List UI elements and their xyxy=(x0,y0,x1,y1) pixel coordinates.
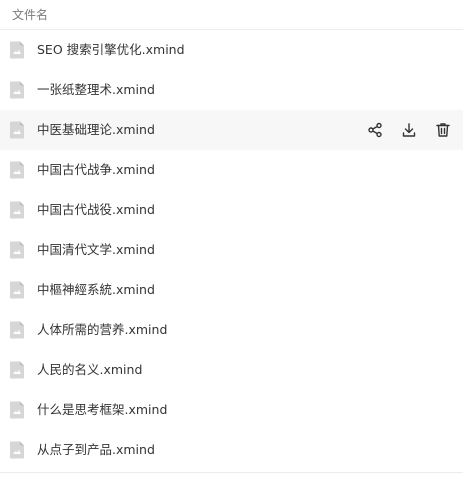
file-row-hovered[interactable]: 中医基础理论.xmind xyxy=(0,110,463,150)
file-row[interactable]: 一张纸整理术.xmind xyxy=(0,70,463,110)
list-bottom-divider xyxy=(0,472,463,473)
file-name[interactable]: 从点子到产品.xmind xyxy=(37,442,155,458)
file-name[interactable]: SEO 搜索引擎优化.xmind xyxy=(37,42,185,58)
xmind-file-icon xyxy=(9,201,25,219)
file-name[interactable]: 人民的名义.xmind xyxy=(37,362,142,378)
file-name[interactable]: 一张纸整理术.xmind xyxy=(37,82,155,98)
file-row[interactable]: 什么是思考框架.xmind xyxy=(0,390,463,430)
file-name[interactable]: 中国古代战争.xmind xyxy=(37,162,155,178)
file-list: SEO 搜索引擎优化.xmind 一张纸整理术.xmind 中医基础理论.xmi… xyxy=(0,30,463,470)
xmind-file-icon xyxy=(9,321,25,339)
file-row[interactable]: 中国清代文学.xmind xyxy=(0,230,463,270)
xmind-file-icon xyxy=(9,241,25,259)
xmind-file-icon xyxy=(9,401,25,419)
file-name[interactable]: 中医基础理论.xmind xyxy=(37,122,155,138)
file-row[interactable]: 中樞神經系統.xmind xyxy=(0,270,463,310)
file-name[interactable]: 中国清代文学.xmind xyxy=(37,242,155,258)
file-row[interactable]: 人民的名义.xmind xyxy=(0,350,463,390)
share-icon[interactable] xyxy=(365,120,385,140)
file-row[interactable]: 从点子到产品.xmind xyxy=(0,430,463,470)
file-name[interactable]: 中樞神經系統.xmind xyxy=(37,282,155,298)
download-icon[interactable] xyxy=(399,120,419,140)
trash-icon[interactable] xyxy=(433,120,453,140)
column-header-filename[interactable]: 文件名 xyxy=(12,7,48,23)
file-name[interactable]: 什么是思考框架.xmind xyxy=(37,402,167,418)
file-name[interactable]: 人体所需的营养.xmind xyxy=(37,322,167,338)
file-list-header: 文件名 xyxy=(0,0,463,30)
xmind-file-icon xyxy=(9,121,25,139)
row-actions xyxy=(365,120,453,140)
xmind-file-icon xyxy=(9,161,25,179)
xmind-file-icon xyxy=(9,281,25,299)
xmind-file-icon xyxy=(9,361,25,379)
file-name[interactable]: 中国古代战役.xmind xyxy=(37,202,155,218)
xmind-file-icon xyxy=(9,41,25,59)
xmind-file-icon xyxy=(9,81,25,99)
file-row[interactable]: 中国古代战争.xmind xyxy=(0,150,463,190)
xmind-file-icon xyxy=(9,441,25,459)
file-row[interactable]: SEO 搜索引擎优化.xmind xyxy=(0,30,463,70)
file-row[interactable]: 人体所需的营养.xmind xyxy=(0,310,463,350)
file-row[interactable]: 中国古代战役.xmind xyxy=(0,190,463,230)
